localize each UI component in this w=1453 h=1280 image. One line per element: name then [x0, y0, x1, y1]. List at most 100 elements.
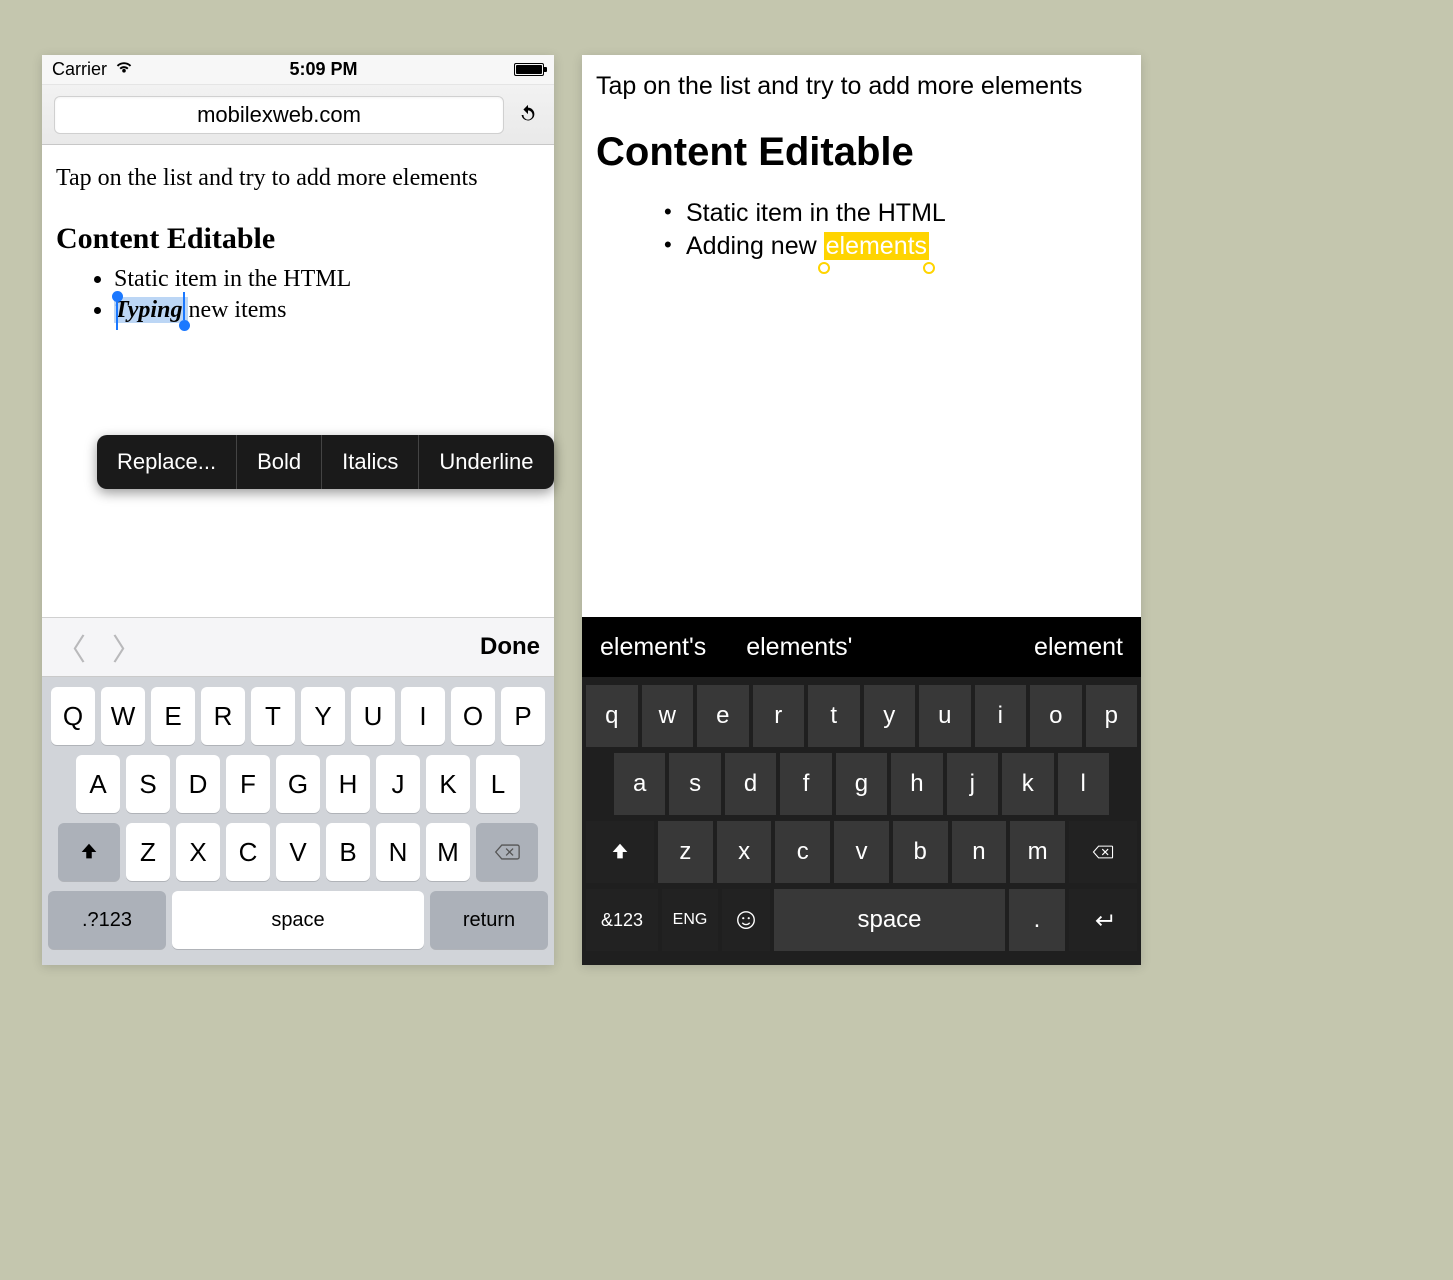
menu-bold[interactable]: Bold — [237, 435, 322, 489]
key-space[interactable]: space — [774, 889, 1005, 951]
key-x[interactable]: x — [717, 821, 772, 883]
key-v[interactable]: v — [834, 821, 889, 883]
wp-page-content[interactable]: Tap on the list and try to add more elem… — [582, 55, 1141, 617]
key-j[interactable]: J — [376, 755, 420, 813]
key-q[interactable]: q — [586, 685, 638, 747]
key-f[interactable]: F — [226, 755, 270, 813]
key-return[interactable]: return — [430, 891, 548, 949]
key-t[interactable]: T — [251, 687, 295, 745]
key-k[interactable]: K — [426, 755, 470, 813]
list-item[interactable]: Static item in the HTML — [686, 199, 1127, 228]
key-e[interactable]: E — [151, 687, 195, 745]
key-shift[interactable] — [58, 823, 120, 881]
selection-handle-left[interactable] — [818, 262, 830, 274]
key-n[interactable]: n — [952, 821, 1007, 883]
key-o[interactable]: o — [1030, 685, 1082, 747]
battery-icon — [514, 63, 544, 76]
key-d[interactable]: D — [176, 755, 220, 813]
key-b[interactable]: B — [326, 823, 370, 881]
key-u[interactable]: U — [351, 687, 395, 745]
list-item[interactable]: Static item in the HTML — [114, 266, 540, 293]
key-p[interactable]: P — [501, 687, 545, 745]
key-c[interactable]: C — [226, 823, 270, 881]
key-j[interactable]: j — [947, 753, 998, 815]
key-l[interactable]: l — [1058, 753, 1109, 815]
key-g[interactable]: G — [276, 755, 320, 813]
key-h[interactable]: H — [326, 755, 370, 813]
key-a[interactable]: A — [76, 755, 120, 813]
key-row-4: .?123 space return — [48, 891, 548, 949]
done-button[interactable]: Done — [480, 633, 540, 661]
suggestion-1[interactable]: element's — [600, 633, 706, 662]
menu-replace[interactable]: Replace... — [97, 435, 237, 489]
key-c[interactable]: c — [775, 821, 830, 883]
key-f[interactable]: f — [780, 753, 831, 815]
key-row-2: a s d f g h j k l — [586, 753, 1137, 815]
key-m[interactable]: m — [1010, 821, 1065, 883]
key-y[interactable]: y — [864, 685, 916, 747]
key-k[interactable]: k — [1002, 753, 1053, 815]
key-r[interactable]: R — [201, 687, 245, 745]
list-item[interactable]: Adding new elements — [686, 232, 1127, 261]
keyboard-accessory-bar: 〈 〉 Done — [42, 617, 554, 677]
key-w[interactable]: W — [101, 687, 145, 745]
key-backspace[interactable] — [1069, 821, 1137, 883]
suggestion-2[interactable]: elements' — [746, 633, 852, 662]
key-numeric[interactable]: &123 — [586, 889, 658, 951]
text-selection[interactable]: elements — [824, 232, 929, 260]
key-period[interactable]: . — [1009, 889, 1065, 951]
key-x[interactable]: X — [176, 823, 220, 881]
menu-underline[interactable]: Underline — [419, 435, 553, 489]
key-s[interactable]: s — [669, 753, 720, 815]
wp-keyboard: q w e r t y u i o p a s d f g h j k l z — [582, 677, 1141, 965]
key-space[interactable]: space — [172, 891, 424, 949]
ios-page-content[interactable]: Tap on the list and try to add more elem… — [42, 145, 554, 617]
key-z[interactable]: Z — [126, 823, 170, 881]
editable-list[interactable]: Static item in the HTML Typing new items — [114, 266, 540, 324]
key-numeric[interactable]: .?123 — [48, 891, 166, 949]
prev-field-icon[interactable]: 〈 — [56, 625, 86, 669]
text-selection[interactable]: Typing — [114, 297, 188, 323]
key-h[interactable]: h — [891, 753, 942, 815]
key-b[interactable]: b — [893, 821, 948, 883]
key-p[interactable]: p — [1086, 685, 1138, 747]
key-v[interactable]: V — [276, 823, 320, 881]
key-n[interactable]: N — [376, 823, 420, 881]
key-m[interactable]: M — [426, 823, 470, 881]
url-field[interactable]: mobilexweb.com — [54, 96, 504, 134]
reload-icon[interactable] — [514, 101, 542, 129]
key-shift[interactable] — [586, 821, 654, 883]
selection-handle-right[interactable] — [923, 262, 935, 274]
menu-italics[interactable]: Italics — [322, 435, 419, 489]
key-q[interactable]: Q — [51, 687, 95, 745]
key-y[interactable]: Y — [301, 687, 345, 745]
key-backspace[interactable] — [476, 823, 538, 881]
key-z[interactable]: z — [658, 821, 713, 883]
key-e[interactable]: e — [697, 685, 749, 747]
key-s[interactable]: S — [126, 755, 170, 813]
key-i[interactable]: I — [401, 687, 445, 745]
clock: 5:09 PM — [133, 59, 514, 80]
key-d[interactable]: d — [725, 753, 776, 815]
ios-status-bar: Carrier 5:09 PM — [42, 55, 554, 85]
selection-handle-right[interactable] — [179, 320, 190, 331]
suggestion-3[interactable]: element — [1034, 633, 1123, 662]
key-o[interactable]: O — [451, 687, 495, 745]
key-g[interactable]: g — [836, 753, 887, 815]
key-t[interactable]: t — [808, 685, 860, 747]
key-w[interactable]: w — [642, 685, 694, 747]
key-r[interactable]: r — [753, 685, 805, 747]
key-row-3: z x c v b n m — [586, 821, 1137, 883]
key-a[interactable]: a — [614, 753, 665, 815]
editable-list[interactable]: Static item in the HTML Adding new eleme… — [686, 199, 1127, 261]
key-enter[interactable] — [1069, 889, 1137, 951]
key-i[interactable]: i — [975, 685, 1027, 747]
list-item-text: Adding new — [686, 232, 824, 260]
list-item[interactable]: Typing new items — [114, 297, 540, 324]
key-language[interactable]: ENG — [662, 889, 718, 951]
next-field-icon[interactable]: 〉 — [112, 625, 142, 669]
key-u[interactable]: u — [919, 685, 971, 747]
selection-handle-left[interactable] — [112, 291, 123, 302]
key-l[interactable]: L — [476, 755, 520, 813]
key-emoji[interactable] — [722, 889, 770, 951]
